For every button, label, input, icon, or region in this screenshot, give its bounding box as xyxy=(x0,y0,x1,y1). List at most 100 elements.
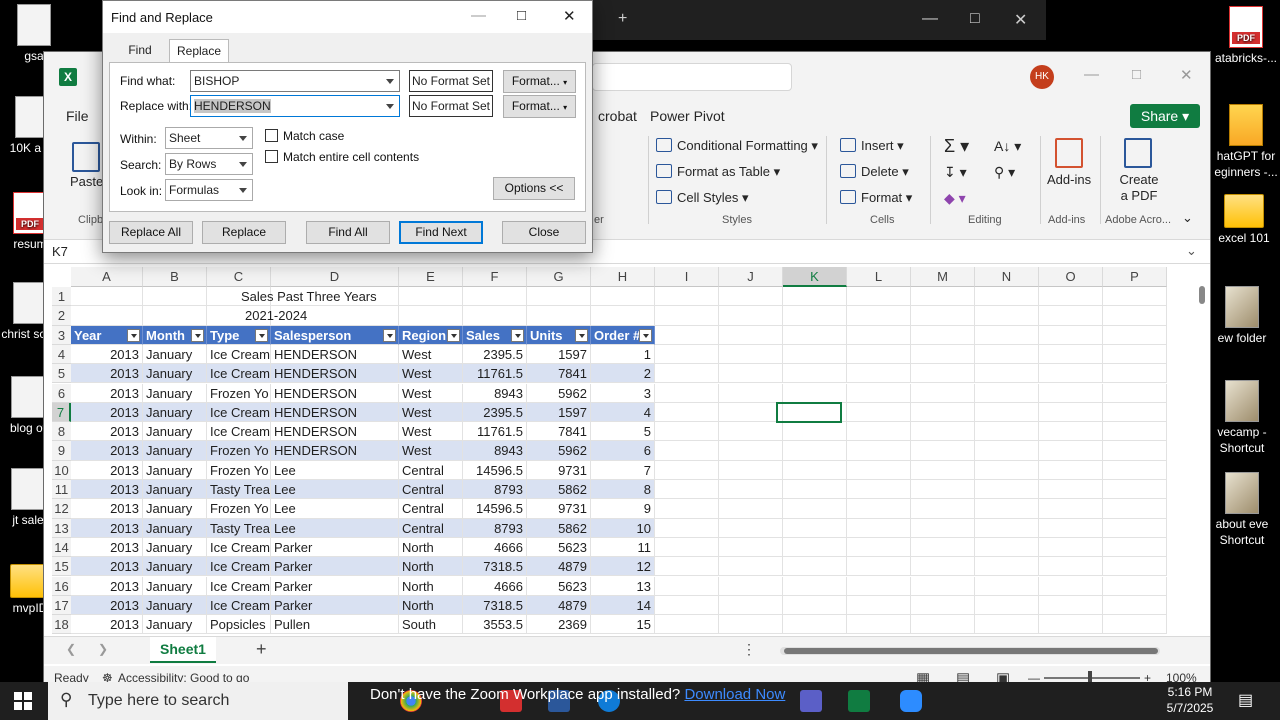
table-cell[interactable]: 7841 xyxy=(527,364,591,384)
grid-cell[interactable] xyxy=(847,518,911,538)
add-ins-icon[interactable] xyxy=(1055,138,1083,168)
table-cell[interactable]: 1597 xyxy=(527,402,591,423)
table-cell[interactable]: 5862 xyxy=(527,480,591,500)
grid-cell[interactable] xyxy=(911,383,975,403)
grid-cell[interactable] xyxy=(975,615,1039,635)
grid-cell[interactable] xyxy=(655,402,719,423)
grid-cell[interactable] xyxy=(911,402,975,423)
sheet-subtitle[interactable]: 2021-2024 xyxy=(207,306,407,326)
grid-cell[interactable] xyxy=(847,480,911,500)
grid-cell[interactable] xyxy=(847,615,911,635)
table-cell[interactable]: 2013 xyxy=(71,402,143,423)
table-cell[interactable]: 2013 xyxy=(71,595,143,616)
table-cell[interactable]: 11761.5 xyxy=(463,422,527,442)
grid-cell[interactable] xyxy=(71,306,143,326)
filter-dropdown-icon[interactable] xyxy=(575,328,588,342)
grid-cell[interactable] xyxy=(655,615,719,635)
table-cell[interactable]: Central xyxy=(399,499,463,519)
table-cell[interactable]: West xyxy=(399,364,463,384)
table-cell[interactable]: January xyxy=(143,422,207,442)
table-cell[interactable]: West xyxy=(399,402,463,423)
minimize-icon[interactable]: — xyxy=(471,7,486,24)
delete-button[interactable]: Delete ▾ xyxy=(840,164,909,180)
table-cell[interactable]: 7318.5 xyxy=(463,595,527,616)
row-header[interactable]: 2 xyxy=(52,306,71,326)
grid-cell[interactable] xyxy=(783,595,847,616)
background-window[interactable]: + — □ ✕ xyxy=(592,0,1046,40)
grid-cell[interactable] xyxy=(1039,518,1103,538)
grid-cell[interactable] xyxy=(783,615,847,635)
grid-cell[interactable] xyxy=(655,460,719,480)
grid-cell[interactable] xyxy=(911,325,975,345)
table-cell[interactable]: January xyxy=(143,557,207,577)
grid-cell[interactable] xyxy=(975,306,1039,326)
grid-cell[interactable] xyxy=(783,480,847,500)
row-header[interactable]: 8 xyxy=(52,422,71,442)
taskbar-search[interactable]: ⚲ Type here to search xyxy=(48,682,348,720)
table-cell[interactable]: HENDERSON xyxy=(271,344,399,365)
column-header[interactable]: J xyxy=(719,267,783,287)
table-cell[interactable]: 3553.5 xyxy=(463,615,527,635)
table-cell[interactable]: 2013 xyxy=(71,537,143,558)
grid-cell[interactable] xyxy=(975,480,1039,500)
row-header[interactable]: 10 xyxy=(52,460,71,480)
table-cell[interactable]: January xyxy=(143,383,207,403)
expand-formula-bar-icon[interactable]: ⌄ xyxy=(1186,243,1197,259)
grid-cell[interactable] xyxy=(911,557,975,577)
table-cell[interactable]: 5962 xyxy=(527,383,591,403)
row-header[interactable]: 12 xyxy=(52,499,71,519)
paste-icon[interactable] xyxy=(72,142,100,172)
grid-cell[interactable] xyxy=(783,344,847,365)
grid-cell[interactable] xyxy=(975,402,1039,423)
table-cell[interactable]: 2013 xyxy=(71,499,143,519)
table-cell[interactable]: 2395.5 xyxy=(463,402,527,423)
table-cell[interactable]: West xyxy=(399,441,463,461)
table-cell[interactable]: Ice Cream xyxy=(207,537,271,558)
grid-cell[interactable] xyxy=(911,499,975,519)
grid-cell[interactable] xyxy=(1103,480,1167,500)
table-cell[interactable]: 11761.5 xyxy=(463,364,527,384)
zoom-download-link[interactable]: Download Now xyxy=(684,686,785,703)
column-header[interactable]: D xyxy=(271,267,399,287)
grid-cell[interactable] xyxy=(463,287,527,307)
grid-cell[interactable] xyxy=(655,325,719,345)
tab-file[interactable]: File xyxy=(66,108,89,124)
table-cell[interactable]: 4879 xyxy=(527,557,591,577)
table-cell[interactable]: Frozen Yo xyxy=(207,499,271,519)
filter-dropdown-icon[interactable] xyxy=(127,328,140,342)
grid-cell[interactable] xyxy=(71,287,143,307)
table-header-cell[interactable]: Units xyxy=(527,325,591,345)
table-cell[interactable]: 2013 xyxy=(71,344,143,365)
chevron-down-icon[interactable] xyxy=(381,71,399,91)
replace-all-button[interactable]: Replace All xyxy=(109,221,193,244)
grid-cell[interactable] xyxy=(1103,422,1167,442)
grid-cell[interactable] xyxy=(1039,595,1103,616)
table-cell[interactable]: Central xyxy=(399,518,463,538)
grid-cell[interactable] xyxy=(975,576,1039,596)
table-cell[interactable]: 5862 xyxy=(527,518,591,538)
grid-cell[interactable] xyxy=(911,615,975,635)
table-cell[interactable]: January xyxy=(143,499,207,519)
table-cell[interactable]: 9 xyxy=(591,499,655,519)
desktop-icon[interactable]: ew folder xyxy=(1202,286,1280,346)
table-cell[interactable]: HENDERSON xyxy=(271,402,399,423)
table-cell[interactable]: January xyxy=(143,480,207,500)
zoom-icon[interactable] xyxy=(900,690,922,712)
table-cell[interactable]: January xyxy=(143,441,207,461)
horizontal-scrollbar[interactable] xyxy=(780,647,1160,655)
fill-icon[interactable]: ↧ ▾ xyxy=(944,164,967,181)
find-next-button[interactable]: Find Next xyxy=(399,221,483,244)
autosum-icon[interactable]: Σ ▾ xyxy=(944,136,969,157)
grid-cell[interactable] xyxy=(655,287,719,307)
avatar[interactable]: HK xyxy=(1030,65,1054,89)
row-header[interactable]: 14 xyxy=(52,537,71,558)
table-cell[interactable]: 15 xyxy=(591,615,655,635)
grid-cell[interactable] xyxy=(1103,537,1167,558)
grid-cell[interactable] xyxy=(783,325,847,345)
more-options-icon[interactable]: ⋮ xyxy=(742,641,756,658)
grid-cell[interactable] xyxy=(655,499,719,519)
table-cell[interactable]: 1 xyxy=(591,344,655,365)
filter-dropdown-icon[interactable] xyxy=(511,328,524,342)
worksheet-grid[interactable]: A B C D E F G H I J K L M N O P 1 2 3 4 5 6 7 8 9 10 11 12 13 14 15 16 1… xyxy=(52,267,1192,635)
table-cell[interactable]: Parker xyxy=(271,595,399,616)
